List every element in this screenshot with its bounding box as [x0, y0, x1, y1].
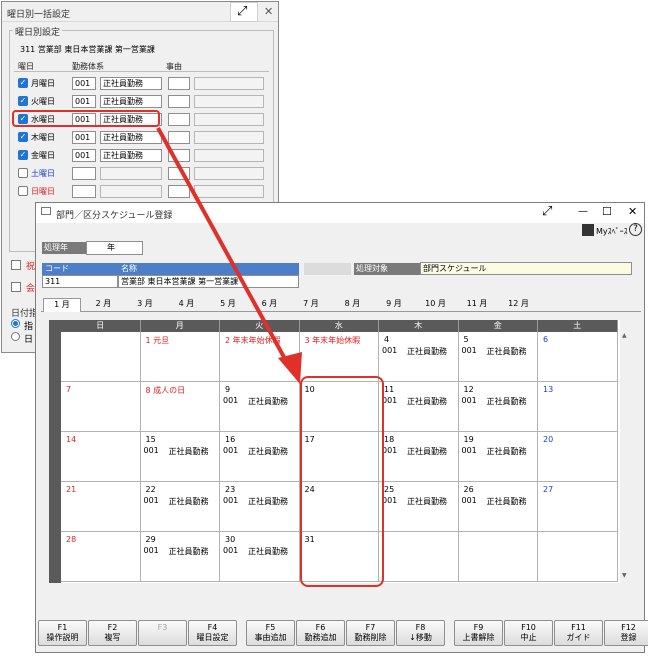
annotation-arrow [156, 127, 302, 384]
